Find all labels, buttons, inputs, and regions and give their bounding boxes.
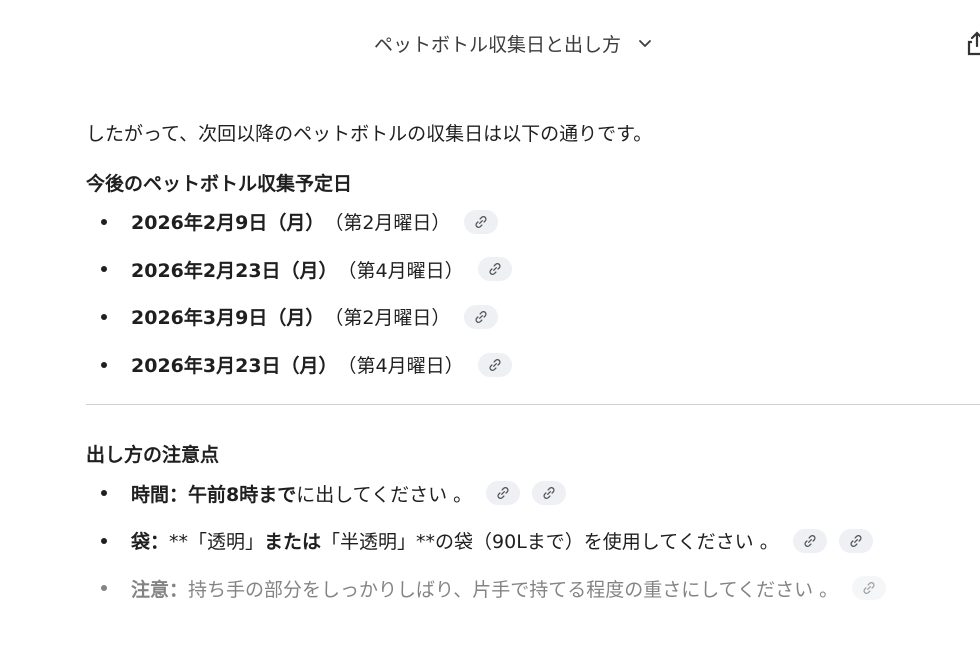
tip-label: 時間： bbox=[131, 483, 189, 506]
source-link-chip[interactable] bbox=[464, 209, 499, 234]
source-link-chip[interactable] bbox=[792, 528, 827, 553]
chevron-down-icon bbox=[639, 40, 651, 47]
tip-text: に出してください 。 bbox=[296, 483, 473, 506]
tip-bold-text: または bbox=[264, 531, 322, 554]
intro-paragraph: したがって、次回以降のペットボトルの収集日は以下の通りです。 bbox=[86, 123, 653, 145]
bullet bbox=[101, 490, 107, 497]
schedule-heading: 今後のペットボトル収集予定日 bbox=[86, 173, 353, 195]
conversation-title-button[interactable]: ペットボトル収集日と出し方 bbox=[374, 29, 653, 57]
bullet bbox=[101, 585, 107, 592]
source-link-chip[interactable] bbox=[838, 528, 873, 553]
tip-text: 「半透明」**の袋（90Lまで）を使用してください 。 bbox=[321, 531, 779, 554]
schedule-date: 2026年2月9日（月） bbox=[131, 212, 325, 235]
chat-page: ペットボトル収集日と出し方 したがって、次回以降のペットボトルの収集日は以下の通… bbox=[0, 0, 980, 652]
schedule-date: 2026年3月9日（月） bbox=[131, 307, 325, 330]
schedule-date: 2026年2月23日（月） bbox=[131, 259, 338, 282]
link-icon bbox=[489, 263, 501, 276]
link-icon bbox=[543, 487, 555, 500]
bullet bbox=[101, 266, 107, 273]
source-link-chip[interactable] bbox=[464, 304, 499, 329]
list-item: 2026年2月23日（月） （第4月曜日） bbox=[86, 246, 980, 294]
bullet bbox=[101, 361, 107, 368]
tip-text: 持ち手の部分をしっかりしばり、片手で持てる程度の重さにしてください 。 bbox=[188, 578, 839, 601]
list-item: 注意： 持ち手の部分をしっかりしばり、片手で持てる程度の重さにしてください 。 bbox=[86, 565, 980, 613]
link-icon bbox=[804, 534, 816, 547]
schedule-note: （第4月曜日） bbox=[337, 355, 464, 378]
list-item: 2026年2月9日（月） （第2月曜日） bbox=[86, 198, 980, 246]
schedule-note: （第2月曜日） bbox=[324, 212, 451, 235]
tip-bold-text: 午前8時まで bbox=[188, 483, 297, 506]
bullet bbox=[101, 218, 107, 225]
link-icon bbox=[497, 487, 509, 500]
source-link-chip[interactable] bbox=[852, 576, 887, 601]
source-link-chip[interactable] bbox=[486, 481, 521, 506]
list-item: 袋： **「透明」 または 「半透明」**の袋（90Lまで）を使用してください … bbox=[86, 517, 980, 565]
schedule-note: （第4月曜日） bbox=[337, 259, 464, 282]
tip-label: 袋： bbox=[131, 531, 170, 554]
tips-heading: 出し方の注意点 bbox=[86, 444, 220, 467]
schedule-note: （第2月曜日） bbox=[324, 307, 451, 330]
top-bar: ペットボトル収集日と出し方 bbox=[0, 0, 980, 86]
link-icon bbox=[850, 534, 862, 547]
link-icon bbox=[475, 215, 487, 228]
tip-text: **「透明」 bbox=[169, 531, 265, 554]
link-icon bbox=[863, 582, 875, 595]
source-link-chip[interactable] bbox=[477, 352, 512, 377]
message-content: したがって、次回以降のペットボトルの収集日は以下の通りです。 今後のペットボトル… bbox=[86, 110, 980, 612]
link-icon bbox=[489, 358, 501, 371]
link-icon bbox=[475, 311, 487, 323]
tip-label: 注意： bbox=[131, 578, 189, 601]
source-link-chip[interactable] bbox=[477, 257, 512, 282]
source-link-chip[interactable] bbox=[532, 481, 567, 506]
list-item: 2026年3月23日（月） （第4月曜日） bbox=[86, 341, 980, 389]
share-icon[interactable] bbox=[966, 30, 980, 56]
bullet bbox=[101, 537, 107, 544]
schedule-list: 2026年2月9日（月） （第2月曜日） 2026年2月23日（月） （第4月曜… bbox=[86, 198, 980, 388]
list-item: 時間： 午前8時まで に出してください 。 bbox=[86, 469, 980, 517]
list-item: 2026年3月9日（月） （第2月曜日） bbox=[86, 293, 980, 341]
bullet bbox=[101, 313, 107, 320]
schedule-date: 2026年3月23日（月） bbox=[131, 355, 338, 378]
conversation-title: ペットボトル収集日と出し方 bbox=[374, 33, 622, 56]
tips-list: 時間： 午前8時まで に出してください 。 袋： **「透明」 または 「半透明… bbox=[86, 469, 980, 612]
